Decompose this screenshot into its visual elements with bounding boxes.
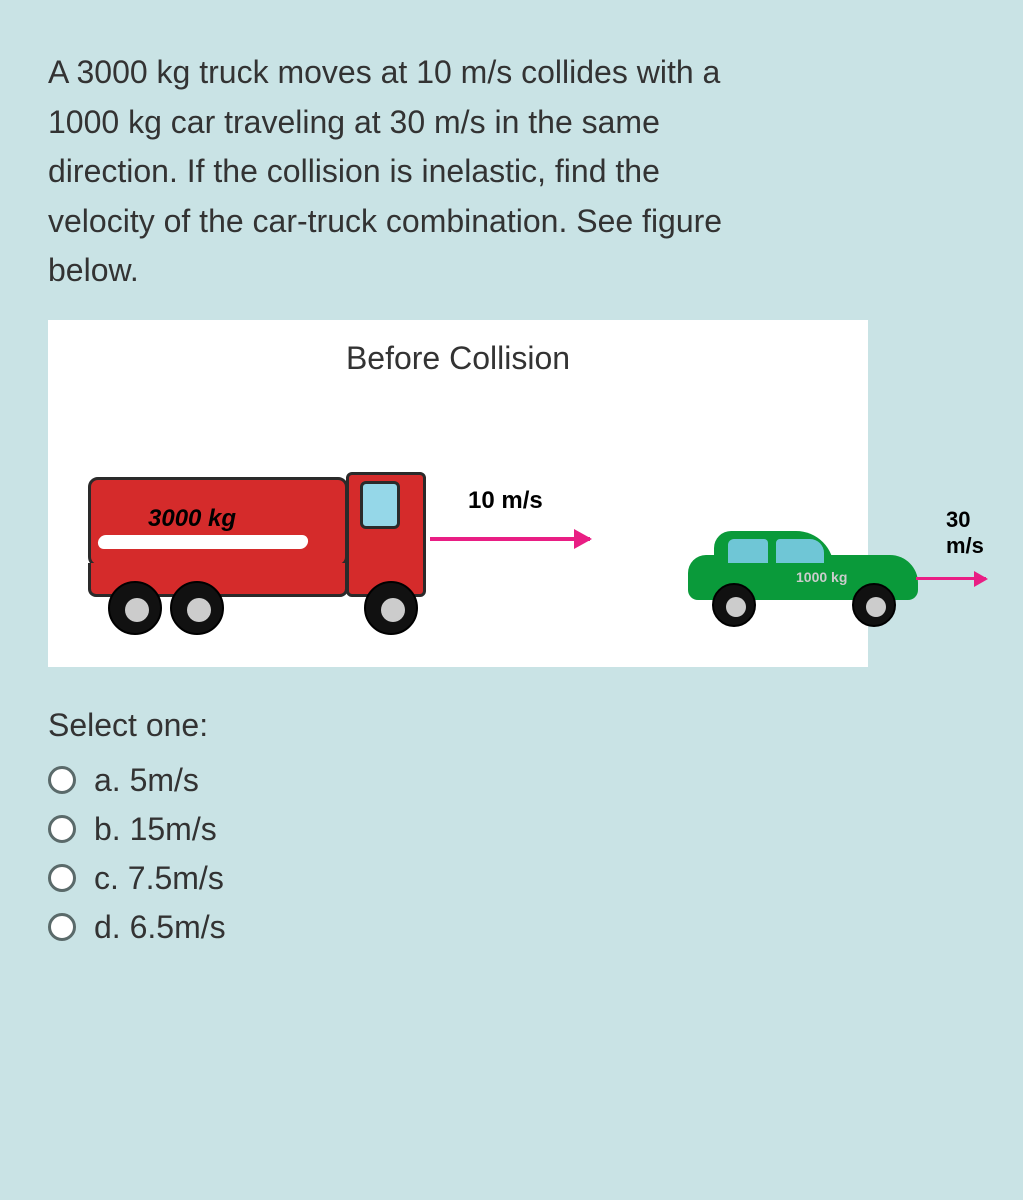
option-a-label: a. 5m/s (94, 762, 199, 799)
option-b-label: b. 15m/s (94, 811, 217, 848)
truck-arrow-icon (430, 537, 590, 541)
figure-title: Before Collision (68, 340, 848, 377)
radio-icon[interactable] (48, 766, 76, 794)
option-a[interactable]: a. 5m/s (48, 762, 975, 799)
option-c[interactable]: c. 7.5m/s (48, 860, 975, 897)
car-arrow-icon (916, 577, 986, 580)
radio-icon[interactable] (48, 864, 76, 892)
figure: Before Collision 3000 kg 10 m/s 1000 kg … (48, 320, 868, 667)
truck-icon: 3000 kg (88, 477, 428, 627)
collision-scene: 3000 kg 10 m/s 1000 kg 30 m/s (68, 407, 848, 627)
question-text: A 3000 kg truck moves at 10 m/s collides… (0, 0, 820, 320)
truck-mass-label: 3000 kg (148, 505, 236, 533)
select-one-label: Select one: (48, 707, 975, 744)
truck-speed-label: 10 m/s (468, 487, 543, 515)
radio-icon[interactable] (48, 913, 76, 941)
car-mass-label: 1000 kg (796, 569, 847, 585)
car-speed-label: 30 m/s (946, 507, 984, 559)
answer-options: Select one: a. 5m/s b. 15m/s c. 7.5m/s d… (0, 667, 1023, 978)
option-d[interactable]: d. 6.5m/s (48, 909, 975, 946)
option-d-label: d. 6.5m/s (94, 909, 226, 946)
option-b[interactable]: b. 15m/s (48, 811, 975, 848)
option-c-label: c. 7.5m/s (94, 860, 224, 897)
car-icon: 1000 kg (688, 527, 938, 627)
radio-icon[interactable] (48, 815, 76, 843)
